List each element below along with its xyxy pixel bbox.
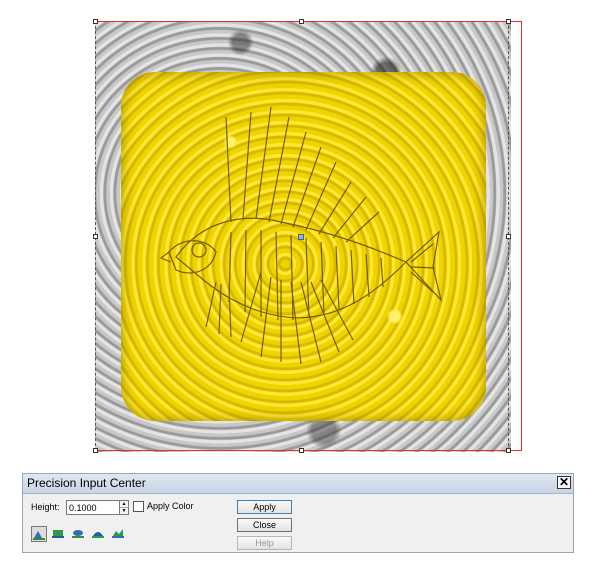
help-button[interactable]: Help	[237, 536, 292, 550]
resize-handle-right[interactable]	[506, 234, 511, 239]
resize-handle-left[interactable]	[93, 234, 98, 239]
resize-handle-top[interactable]	[299, 19, 304, 24]
apply-button[interactable]: Apply	[237, 500, 292, 514]
object-bounds-outline	[95, 21, 522, 451]
dialog-titlebar[interactable]: Precision Input Center ✕	[23, 474, 573, 494]
relief-tool-4-icon[interactable]	[91, 526, 107, 542]
height-input[interactable]	[66, 500, 120, 515]
apply-color-label: Apply Color	[147, 501, 194, 511]
resize-handle-bottom-left[interactable]	[93, 448, 98, 453]
dialog-title: Precision Input Center	[27, 476, 146, 490]
spin-up-icon[interactable]: ▲	[120, 501, 128, 508]
relief-tool-1-icon[interactable]	[31, 526, 47, 542]
apply-color-checkbox[interactable]	[133, 501, 144, 512]
height-label: Height:	[31, 502, 60, 512]
height-spinner[interactable]: ▲ ▼	[119, 500, 129, 515]
precision-input-center-dialog: Precision Input Center ✕ Height: ▲ ▼ App…	[22, 473, 574, 553]
resize-handle-top-right[interactable]	[506, 19, 511, 24]
close-icon[interactable]: ✕	[557, 476, 571, 489]
relief-tool-5-icon[interactable]	[111, 526, 127, 542]
resize-handle-bottom[interactable]	[299, 448, 304, 453]
design-canvas[interactable]	[0, 0, 600, 460]
relief-tool-3-icon[interactable]	[71, 526, 87, 542]
resize-handle-bottom-right[interactable]	[506, 448, 511, 453]
relief-tool-2-icon[interactable]	[51, 526, 67, 542]
center-handle[interactable]	[298, 234, 304, 240]
close-button[interactable]: Close	[237, 518, 292, 532]
spin-down-icon[interactable]: ▼	[120, 508, 128, 514]
resize-handle-top-left[interactable]	[93, 19, 98, 24]
